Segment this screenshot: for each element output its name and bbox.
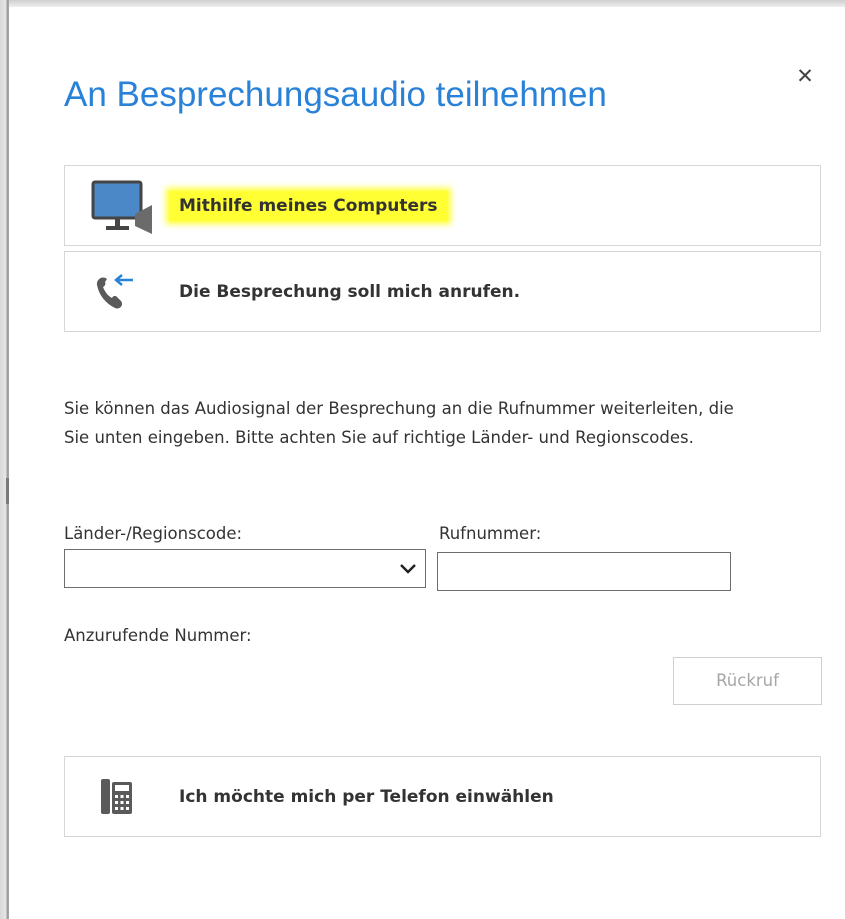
use-computer-label: Mithilfe meines Computers [169, 190, 448, 221]
window-top-edge [0, 0, 845, 7]
phone-number-label: Rufnummer: [439, 524, 542, 543]
call-me-option[interactable]: Die Besprechung soll mich anrufen. [64, 251, 821, 332]
country-code-select[interactable] [64, 549, 426, 588]
incoming-call-icon [91, 272, 135, 316]
join-audio-dialog: An Besprechungsaudio teilnehmen ✕ Mithil… [9, 7, 845, 919]
chevron-down-icon [399, 560, 417, 578]
number-to-call-label: Anzurufende Nummer: [64, 626, 252, 645]
dial-in-option[interactable]: Ich möchte mich per Telefon einwählen [64, 756, 821, 837]
call-me-label: Die Besprechung soll mich anrufen. [179, 281, 521, 302]
callback-button[interactable]: Rückruf [673, 657, 822, 705]
dialog-title: An Besprechungsaudio teilnehmen [64, 75, 607, 114]
callback-description: Sie können das Audiosignal der Besprechu… [64, 399, 734, 447]
use-computer-option[interactable]: Mithilfe meines Computers [64, 165, 821, 246]
dial-in-label: Ich möchte mich per Telefon einwählen [179, 786, 554, 807]
computer-monitor-icon [91, 180, 153, 240]
phone-number-input[interactable] [437, 552, 731, 591]
window-left-edge [0, 0, 9, 919]
country-code-label: Länder-/Regionscode: [64, 524, 243, 543]
desk-phone-icon [101, 779, 133, 819]
close-icon[interactable]: ✕ [793, 64, 817, 88]
